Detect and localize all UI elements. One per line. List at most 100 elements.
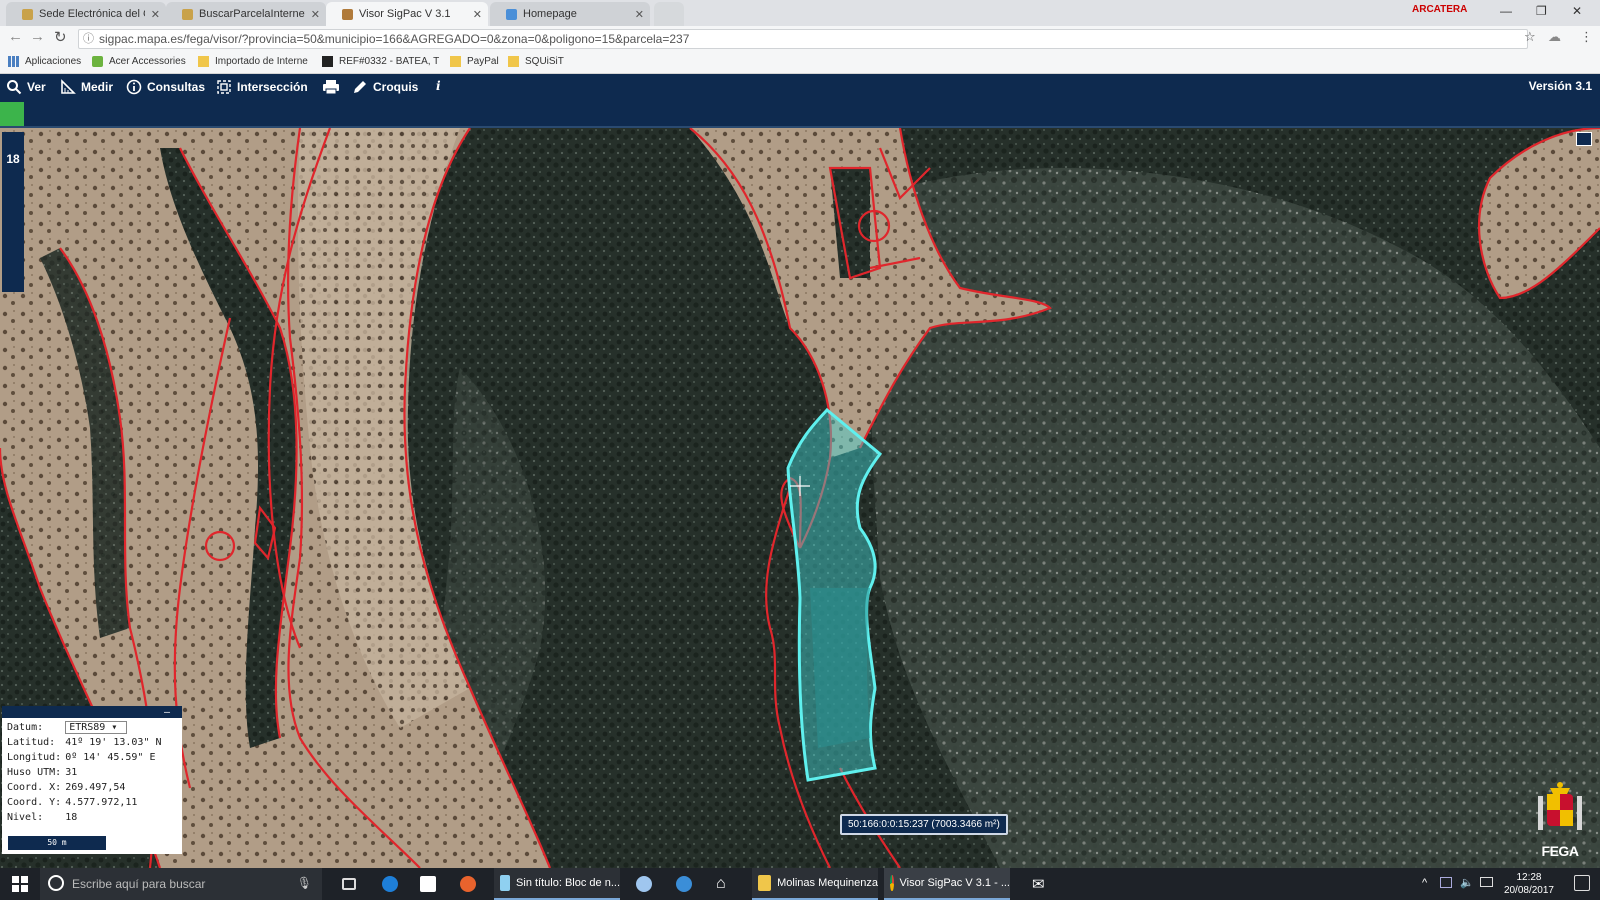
start-button[interactable] bbox=[8, 868, 28, 900]
bookmark-item[interactable]: REF#0332 - BATEA, T bbox=[322, 56, 439, 67]
app-button[interactable]: ⌂ bbox=[710, 868, 726, 900]
mail-button[interactable]: ✉ bbox=[1026, 868, 1045, 900]
coords-row: Coord. Y: 4.577.972,11 bbox=[5, 795, 164, 810]
firefox-button[interactable] bbox=[454, 868, 476, 900]
coords-value: 41º 19' 13.03" N bbox=[65, 737, 162, 748]
coords-value: 0º 14' 45.59" E bbox=[65, 752, 156, 763]
restore-icon[interactable]: ❐ bbox=[1536, 4, 1547, 18]
clock-date: 20/08/2017 bbox=[1503, 885, 1554, 896]
bookmark-label: Acer Accessories bbox=[109, 56, 186, 67]
datum-select[interactable]: ETRS89 ▾ bbox=[65, 721, 128, 734]
tab-title: Visor SigPac V 3.1 bbox=[359, 8, 451, 20]
taskbar-app-explorer[interactable]: Molinas Mequinenza bbox=[752, 868, 878, 900]
folder-icon bbox=[508, 56, 519, 67]
volume-icon[interactable]: 🔈 bbox=[1460, 876, 1474, 889]
tool-print[interactable] bbox=[322, 79, 340, 95]
map-viewer[interactable]: 18 50:166:0:0:15:237 (7003.3466 m²) FEGA… bbox=[0, 128, 1600, 868]
bookmark-apps[interactable]: Aplicaciones bbox=[8, 56, 81, 67]
minimize-icon[interactable]: — bbox=[1500, 4, 1512, 18]
app-button[interactable] bbox=[670, 868, 692, 900]
bookmark-label: Aplicaciones bbox=[25, 56, 82, 67]
store-button[interactable] bbox=[414, 868, 436, 900]
notifications-icon[interactable] bbox=[1574, 875, 1590, 891]
minimize-panel-icon[interactable]: — bbox=[164, 707, 170, 718]
profile-name[interactable]: ARCATERA bbox=[1412, 4, 1467, 15]
tool-info[interactable]: i bbox=[436, 79, 441, 93]
bookmark-favicon-icon bbox=[322, 56, 333, 67]
address-bar-row: ← → ↻ ⓘ sigpac.mapa.es/fega/visor/?provi… bbox=[0, 26, 1600, 52]
site-favicon-icon bbox=[182, 8, 193, 20]
firefox-icon bbox=[460, 876, 476, 892]
info-icon[interactable]: ⓘ bbox=[83, 30, 94, 48]
notepad-icon bbox=[500, 875, 511, 891]
task-view-button[interactable] bbox=[336, 868, 356, 900]
bookmark-star-icon[interactable]: ☆ bbox=[1524, 29, 1536, 45]
bookmark-label: PayPal bbox=[467, 56, 499, 67]
fega-logo: FEGA bbox=[1530, 778, 1590, 868]
print-icon bbox=[323, 80, 339, 95]
edge-button[interactable] bbox=[376, 868, 398, 900]
reload-icon[interactable]: ↻ bbox=[54, 28, 67, 46]
browser-tab[interactable]: Sede Electrónica del Cat ✕ bbox=[6, 2, 166, 26]
taskbar-app-label: Visor SigPac V 3.1 - ... bbox=[899, 877, 1010, 889]
datum-value: ETRS89 bbox=[69, 722, 106, 733]
tool-ver[interactable]: Ver bbox=[6, 79, 46, 95]
progress-fill bbox=[0, 102, 24, 126]
close-tab-icon[interactable]: ✕ bbox=[635, 8, 644, 21]
system-clock[interactable]: 12:28 20/08/2017 bbox=[1504, 871, 1554, 897]
browser-tab[interactable]: Homepage ✕ bbox=[490, 2, 650, 26]
close-window-icon[interactable]: ✕ bbox=[1572, 4, 1582, 18]
parcel-reference-tooltip: 50:166:0:0:15:237 (7003.3466 m²) bbox=[840, 814, 1008, 835]
keyboard-icon[interactable] bbox=[1440, 877, 1452, 888]
coords-value: 31 bbox=[65, 767, 78, 778]
apps-grid-icon bbox=[8, 56, 19, 67]
close-tab-icon[interactable]: ✕ bbox=[311, 8, 320, 21]
menu-icon[interactable]: ⋮ bbox=[1580, 29, 1593, 45]
search-icon bbox=[7, 80, 22, 95]
browser-tab[interactable]: BuscarParcelaInternet ✕ bbox=[166, 2, 326, 26]
taskbar-app-label: Sin título: Bloc de n... bbox=[516, 877, 620, 889]
close-tab-icon[interactable]: ✕ bbox=[151, 8, 160, 21]
new-tab-button[interactable] bbox=[654, 2, 684, 26]
bookmark-item[interactable]: Importado de Interne bbox=[198, 56, 308, 67]
bookmark-item[interactable]: PayPal bbox=[450, 56, 499, 67]
back-icon[interactable]: ← bbox=[8, 28, 23, 45]
browser-tab-active[interactable]: Visor SigPac V 3.1 ✕ bbox=[326, 2, 488, 26]
taskbar-app-notepad[interactable]: Sin título: Bloc de n... bbox=[494, 868, 620, 900]
version-label: Versión 3.1 bbox=[1529, 79, 1592, 93]
mail-icon: ✉ bbox=[1032, 876, 1045, 893]
bookmark-item[interactable]: SQUiSiT bbox=[508, 56, 564, 67]
layers-icon[interactable] bbox=[1576, 132, 1592, 146]
italic-info-icon: i bbox=[436, 79, 441, 93]
extension-icon[interactable]: ☁ bbox=[1548, 29, 1561, 45]
tray-chevron-icon[interactable]: ^ bbox=[1422, 877, 1427, 889]
home-icon: ⌂ bbox=[716, 875, 726, 892]
tool-medir[interactable]: Medir bbox=[60, 79, 113, 95]
app-button[interactable] bbox=[630, 868, 652, 900]
bookmark-item[interactable]: Acer Accessories bbox=[92, 56, 186, 67]
aerial-imagery[interactable] bbox=[0, 128, 1600, 868]
moon-icon bbox=[636, 876, 652, 892]
coords-row: Datum: ETRS89 ▾ bbox=[5, 720, 164, 735]
network-icon[interactable] bbox=[1480, 877, 1493, 887]
close-tab-icon[interactable]: ✕ bbox=[473, 8, 482, 21]
loading-progress-bar bbox=[0, 102, 1600, 128]
coords-row: Coord. X: 269.497,54 bbox=[5, 780, 164, 795]
selected-parcel[interactable] bbox=[786, 407, 883, 782]
folder-icon bbox=[758, 875, 772, 891]
coordinates-table: Datum: ETRS89 ▾ Latitud: 41º 19' 13.03" … bbox=[5, 720, 164, 825]
bookmark-label: SQUiSiT bbox=[525, 56, 564, 67]
zoom-level-indicator[interactable]: 18 bbox=[2, 132, 24, 292]
microphone-icon[interactable]: 🎙 bbox=[297, 876, 312, 890]
url-input[interactable]: ⓘ sigpac.mapa.es/fega/visor/?provincia=5… bbox=[78, 29, 1528, 49]
coords-value: 4.577.972,11 bbox=[65, 797, 138, 808]
browser-tab-strip: Sede Electrónica del Cat ✕ BuscarParcela… bbox=[0, 0, 1600, 26]
tool-interseccion[interactable]: Intersección bbox=[216, 79, 308, 95]
taskbar-app-chrome[interactable]: Visor SigPac V 3.1 - ... bbox=[884, 868, 1010, 900]
intersection-icon bbox=[217, 80, 231, 94]
coords-label: Datum: bbox=[7, 722, 44, 733]
taskbar-search-box[interactable]: Escribe aquí para buscar 🎙 bbox=[40, 868, 322, 900]
tool-consultas[interactable]: Consultas bbox=[126, 79, 205, 95]
forward-icon[interactable]: → bbox=[30, 28, 45, 45]
tool-croquis[interactable]: Croquis bbox=[352, 79, 418, 95]
